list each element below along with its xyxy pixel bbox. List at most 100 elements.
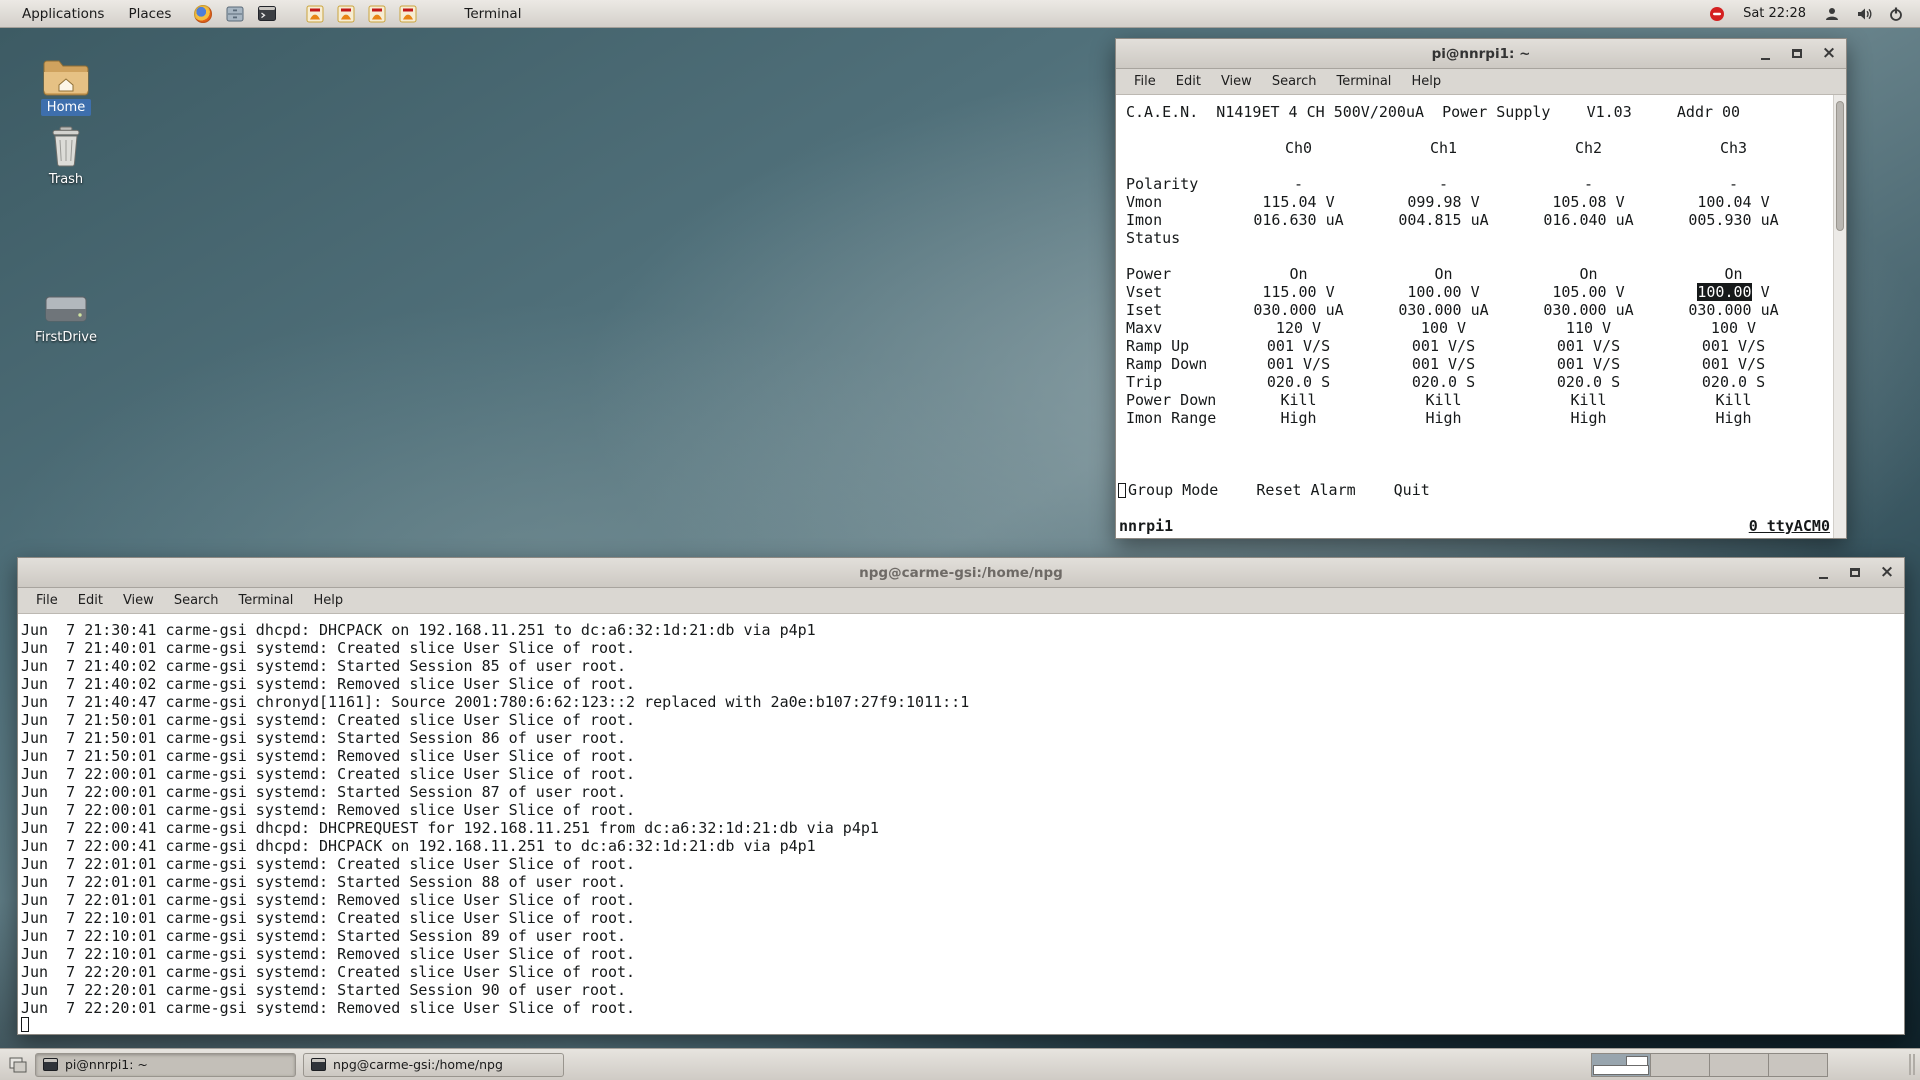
caen-value	[1516, 229, 1661, 247]
window-controls: ×	[1756, 39, 1838, 68]
taskbar-button-label: npg@carme-gsi:/home/npg	[333, 1057, 503, 1072]
desktop-icon-home[interactable]: Home	[20, 52, 112, 116]
scrollbar[interactable]	[1833, 95, 1846, 538]
menubar-item-search[interactable]: Search	[164, 589, 229, 612]
caen-value: 001 V/S	[1516, 355, 1661, 373]
caen-value	[1661, 229, 1806, 247]
volume-icon[interactable]	[1854, 4, 1874, 24]
caen-value: 030.000 uA	[1516, 301, 1661, 319]
desktop-icon-trash[interactable]: Trash	[20, 124, 112, 188]
caen-action-group-mode[interactable]: Group Mode	[1128, 481, 1218, 499]
scrollbar-thumb[interactable]	[1836, 101, 1844, 231]
caen-value: 001 V/S	[1371, 337, 1516, 355]
desktop-icon-label-trash: Trash	[43, 171, 89, 188]
caen-value: 016.630 uA	[1226, 211, 1371, 229]
window-controls: ×	[1814, 558, 1896, 587]
clock[interactable]: Sat 22:28	[1739, 6, 1810, 21]
caen-value: 100.00 V	[1371, 283, 1516, 301]
terminal-screen-caen[interactable]: C.A.E.N. N1419ET 4 CH 500V/200uA Power S…	[1116, 95, 1846, 538]
menubar-item-file[interactable]: File	[26, 589, 68, 612]
app-launcher-icon-4[interactable]	[398, 4, 418, 24]
menubar-item-edit[interactable]: Edit	[68, 589, 113, 612]
caen-row-label: Status	[1126, 229, 1226, 247]
power-icon[interactable]	[1886, 4, 1906, 24]
menubar-item-help[interactable]: Help	[303, 589, 353, 612]
close-icon[interactable]: ×	[1878, 564, 1896, 582]
terminal-screen-log[interactable]: Jun 7 21:30:41 carme-gsi dhcpd: DHCPACK …	[18, 614, 1904, 1034]
terminal-icon[interactable]	[257, 4, 277, 24]
menubar-item-help[interactable]: Help	[1401, 70, 1451, 93]
syslog-output: Jun 7 21:30:41 carme-gsi dhcpd: DHCPACK …	[18, 614, 1904, 1017]
caen-row-label	[1126, 139, 1226, 157]
menubar-item-terminal[interactable]: Terminal	[1326, 70, 1401, 93]
caen-row-maxv: Maxv120 V100 V110 V100 V	[1116, 319, 1846, 337]
caen-value: Kill	[1661, 391, 1806, 409]
places-menu[interactable]: Places	[116, 0, 183, 27]
caen-value: 105.08 V	[1516, 193, 1661, 211]
menubar-item-view[interactable]: View	[1211, 70, 1262, 93]
terminal-window-log: npg@carme-gsi:/home/npg × FileEditViewSe…	[17, 557, 1905, 1035]
user-icon[interactable]	[1822, 4, 1842, 24]
caen-value: High	[1516, 409, 1661, 427]
maximize-icon[interactable]	[1846, 564, 1864, 582]
taskbar-button-caen-terminal[interactable]: pi@nnrpi1: ~	[35, 1053, 296, 1077]
caen-row-label: Ramp Down	[1126, 355, 1226, 373]
terminal-cursor	[1118, 483, 1126, 498]
caen-value: 020.0 S	[1661, 373, 1806, 391]
workspace-1[interactable]	[1591, 1053, 1651, 1077]
workspace-mini-window	[1593, 1065, 1649, 1075]
menubar-item-terminal[interactable]: Terminal	[228, 589, 303, 612]
caen-value: 030.000 uA	[1371, 301, 1516, 319]
minimize-icon[interactable]	[1814, 564, 1832, 582]
window-title: npg@carme-gsi:/home/npg	[18, 565, 1904, 581]
caen-value: 016.040 uA	[1516, 211, 1661, 229]
desktop-icon-firstdrive[interactable]: FirstDrive	[20, 282, 112, 346]
terminal-window-caen: pi@nnrpi1: ~ × FileEditViewSearchTermina…	[1115, 38, 1847, 539]
caen-value: On	[1516, 265, 1661, 283]
workspace-3[interactable]	[1709, 1053, 1769, 1077]
browser-icon[interactable]	[193, 4, 213, 24]
caen-row-label: Polarity	[1126, 175, 1226, 193]
notification-icon[interactable]	[1707, 4, 1727, 24]
caen-action-quit[interactable]: Quit	[1394, 481, 1430, 499]
caen-channel-row: Ch0Ch1Ch2Ch3	[1116, 139, 1846, 157]
caen-value: Kill	[1371, 391, 1516, 409]
active-window-label[interactable]: Terminal	[464, 6, 521, 22]
caen-row-label: Maxv	[1126, 319, 1226, 337]
caen-value: High	[1226, 409, 1371, 427]
menubar-item-view[interactable]: View	[113, 589, 164, 612]
app-launcher-icon-2[interactable]	[336, 4, 356, 24]
caen-value: 001 V/S	[1371, 355, 1516, 373]
caen-value: 020.0 S	[1516, 373, 1661, 391]
caen-row-imon-range: Imon RangeHighHighHighHigh	[1116, 409, 1846, 427]
show-desktop-button[interactable]	[8, 1055, 28, 1075]
workspace-2[interactable]	[1650, 1053, 1710, 1077]
menubar-item-file[interactable]: File	[1124, 70, 1166, 93]
applications-menu[interactable]: Applications	[10, 0, 116, 27]
caen-value: 110 V	[1516, 319, 1661, 337]
caen-channel-header: Ch1	[1371, 139, 1516, 157]
minimize-icon[interactable]	[1756, 45, 1774, 63]
close-icon[interactable]: ×	[1820, 45, 1838, 63]
caen-value: -	[1516, 175, 1661, 193]
taskbar-button-label: pi@nnrpi1: ~	[65, 1057, 148, 1072]
caen-row-polarity: Polarity----	[1116, 175, 1846, 193]
caen-value: -	[1661, 175, 1806, 193]
menubar-item-search[interactable]: Search	[1262, 70, 1327, 93]
caen-row-vmon: Vmon115.04 V099.98 V105.08 V100.04 V	[1116, 193, 1846, 211]
workspace-4[interactable]	[1768, 1053, 1828, 1077]
panel-drag-handle[interactable]	[1909, 1054, 1917, 1075]
panel-status-area: Sat 22:28	[1707, 4, 1906, 24]
menubar-item-edit[interactable]: Edit	[1166, 70, 1211, 93]
caen-action-reset-alarm[interactable]: Reset Alarm	[1256, 481, 1355, 499]
titlebar-caen[interactable]: pi@nnrpi1: ~ ×	[1116, 39, 1846, 69]
taskbar-button-log-terminal[interactable]: npg@carme-gsi:/home/npg	[303, 1053, 564, 1077]
caen-selected-field[interactable]: 100.00	[1697, 283, 1751, 301]
caen-value: -	[1226, 175, 1371, 193]
maximize-icon[interactable]	[1788, 45, 1806, 63]
app-launcher-icon-1[interactable]	[305, 4, 325, 24]
app-launcher-icon-3[interactable]	[367, 4, 387, 24]
file-manager-icon[interactable]	[225, 4, 245, 24]
titlebar-log[interactable]: npg@carme-gsi:/home/npg ×	[18, 558, 1904, 588]
caen-value: On	[1661, 265, 1806, 283]
